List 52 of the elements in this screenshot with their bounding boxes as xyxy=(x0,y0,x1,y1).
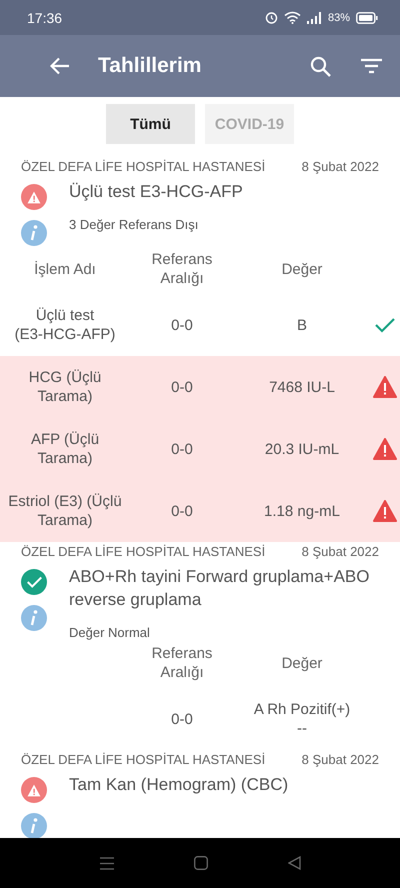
info-icon[interactable] xyxy=(21,605,47,631)
wifi-icon xyxy=(284,11,301,24)
info-icon[interactable] xyxy=(21,813,47,838)
column-header: Değer xyxy=(282,260,322,278)
result-summary: Değer Normal xyxy=(69,625,151,640)
hospital-name: ÖZEL DEFA LİFE HOSPİTAL HASTANESİ xyxy=(21,752,266,767)
test-value: A Rh Pozitif(+) xyxy=(254,700,350,719)
signal-icon xyxy=(306,12,322,24)
test-name: Estriol (E3) (Üçlü Tarama) xyxy=(7,492,123,530)
column-header: Değer xyxy=(282,654,322,672)
hospital-name: ÖZEL DEFA LİFE HOSPİTAL HASTANESİ xyxy=(21,544,266,559)
column-header: İşlem Adı xyxy=(34,260,96,278)
result-summary: 3 Değer Referans Dışı xyxy=(69,217,200,232)
test-name: AFP (Üçlü Tarama) xyxy=(30,430,100,468)
filter-button[interactable] xyxy=(361,58,382,74)
result-date: 8 Şubat 2022 xyxy=(302,159,379,174)
test-name: HCG (Üçlü Tarama) xyxy=(28,368,102,406)
test-value: B xyxy=(296,316,307,334)
reference-range: 0-0 xyxy=(171,440,193,458)
test-value: 7468 IU-L xyxy=(269,378,335,396)
column-header: Referans Aralığı xyxy=(150,250,214,288)
reference-range: 0-0 xyxy=(171,378,193,396)
test-value: 1.18 ng-mL xyxy=(264,502,340,520)
check-icon xyxy=(375,317,395,333)
hospital-name: ÖZEL DEFA LİFE HOSPİTAL HASTANESİ xyxy=(21,159,266,174)
home-icon[interactable] xyxy=(194,856,208,870)
alarm-icon xyxy=(264,11,278,24)
column-header: Referans Aralığı xyxy=(150,644,214,682)
test-name: Üçlü test (E3-HCG-AFP) xyxy=(14,306,116,344)
warning-icon xyxy=(373,376,397,398)
value-note: -- xyxy=(296,719,307,738)
result-date: 8 Şubat 2022 xyxy=(302,752,379,767)
search-button[interactable] xyxy=(310,56,331,76)
reference-range: 0-0 xyxy=(171,710,193,728)
warning-icon xyxy=(373,438,397,460)
filter-tab[interactable]: Tümü xyxy=(106,104,195,144)
back-icon[interactable] xyxy=(288,856,300,870)
reference-range: 0-0 xyxy=(171,316,193,334)
battery-icon xyxy=(356,12,378,24)
info-icon[interactable] xyxy=(21,220,47,246)
back-button[interactable] xyxy=(50,57,70,75)
test-value: 20.3 IU-mL xyxy=(264,440,340,458)
menu-icon[interactable] xyxy=(100,856,114,870)
page-title: Tahlillerim xyxy=(98,54,202,78)
battery-level: 83% xyxy=(328,12,350,24)
reference-range: 0-0 xyxy=(171,502,193,520)
warning-icon xyxy=(373,500,397,522)
test-title: ABO+Rh tayini Forward gruplama+ABO reverse gruplama xyxy=(69,566,370,611)
status-time: 17:36 xyxy=(27,10,64,26)
test-title: Tam Kan (Hemogram) (CBC) xyxy=(69,774,288,796)
test-title: Üçlü test E3-HCG-AFP xyxy=(69,181,243,203)
result-date: 8 Şubat 2022 xyxy=(302,544,379,559)
